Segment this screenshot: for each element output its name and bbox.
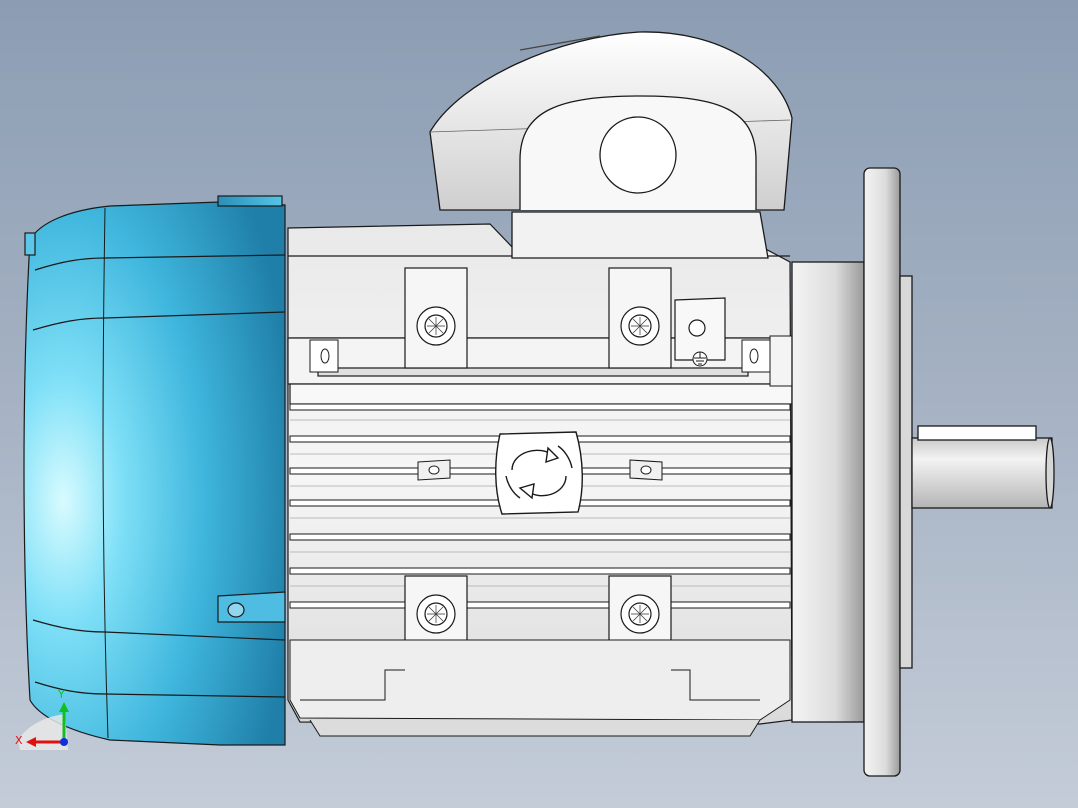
fan-cover[interactable] (23, 195, 286, 746)
motor-model[interactable] (0, 0, 1078, 808)
flange[interactable] (791, 167, 913, 777)
rotation-arrow-icon (495, 431, 583, 515)
orientation-triad: Y X (15, 688, 69, 750)
mounting-foot-top-left (404, 267, 468, 369)
x-axis-label: X (15, 734, 23, 747)
cad-viewport[interactable]: Y X (0, 0, 1078, 808)
ground-icon (692, 351, 708, 367)
housing-base (289, 639, 791, 737)
y-axis-label: Y (57, 688, 65, 701)
output-shaft[interactable] (911, 425, 1055, 509)
y-axis-arrow (59, 702, 69, 712)
z-axis (60, 738, 68, 746)
